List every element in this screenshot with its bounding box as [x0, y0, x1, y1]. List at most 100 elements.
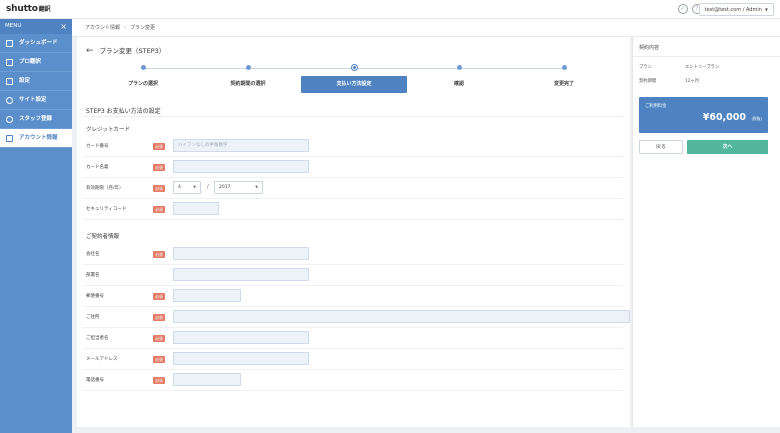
- security-code-input[interactable]: [173, 202, 219, 215]
- required-badge: 必須: [153, 251, 165, 258]
- divider: [83, 116, 623, 117]
- required-badge: 必須: [153, 293, 165, 300]
- phone-row: 電話番号 必須: [83, 370, 623, 391]
- page-title: プラン変更（STEP3）: [99, 47, 166, 55]
- breadcrumb-separator: ›: [124, 25, 127, 31]
- sidebar-item-pro-translation[interactable]: プロ翻訳: [0, 53, 72, 72]
- sidebar-title: MENU: [5, 23, 22, 29]
- step-dot: [140, 65, 146, 70]
- required-badge: 必須: [153, 314, 165, 321]
- expiry-month-select[interactable]: 4 ▼: [173, 181, 201, 194]
- required-badge: 必須: [153, 356, 165, 363]
- step-label: プランの選択: [127, 81, 158, 87]
- user-icon: [6, 116, 13, 123]
- sidebar: MENU × ダッシュボード プロ翻訳 設定 サイト設定 スタッフ登録 アカウン…: [0, 19, 72, 433]
- divider: [633, 56, 780, 57]
- step-label: 支払い方法設定: [301, 76, 407, 93]
- page-title-row: ← プラン変更（STEP3）: [86, 45, 165, 56]
- sidebar-item-label: 設定: [19, 78, 31, 84]
- sidebar-item-label: スタッフ登録: [19, 116, 53, 122]
- card-name-row: カード名義 必須: [83, 157, 623, 178]
- app-logo[interactable]: shutto翻訳: [6, 4, 51, 14]
- step-confirm: 確認: [406, 65, 512, 93]
- department-label: 部署名: [86, 273, 100, 278]
- expiry-label: 有効期限（月/年）: [86, 186, 124, 191]
- card-section-heading: クレジットカード: [86, 127, 131, 133]
- price-label: ご利用料金: [645, 104, 667, 109]
- sidebar-item-dashboard[interactable]: ダッシュボード: [0, 34, 72, 53]
- plan-label: プラン: [639, 65, 652, 70]
- security-code-label: セキュリティコード: [86, 207, 127, 212]
- step-complete: 変更完了: [511, 65, 617, 93]
- account-card-icon: [6, 135, 13, 142]
- step-payment-setup: 支払い方法設定: [301, 65, 407, 93]
- notification-icon[interactable]: ✓: [678, 4, 688, 14]
- zip-label: 郵便番号: [86, 294, 104, 299]
- contract-summary-panel: 契約内容 プラン エントリープラン 契約期間 12ヶ月 ご利用料金 ¥60,00…: [632, 37, 780, 427]
- sidebar-item-account[interactable]: アカウント情報: [0, 129, 72, 148]
- required-badge: 必須: [153, 377, 165, 384]
- expiry-year-value: 2017: [219, 185, 231, 190]
- sidebar-item-staff[interactable]: スタッフ登録: [0, 110, 72, 129]
- sidebar-item-label: アカウント情報: [19, 135, 58, 141]
- home-icon: [6, 40, 13, 47]
- step-dot: [561, 65, 567, 70]
- summary-heading: 契約内容: [639, 45, 660, 51]
- required-badge: 必須: [153, 143, 165, 150]
- expiry-row: 有効期限（月/年） 必須 4 ▼ / 2017 ▼: [83, 178, 623, 199]
- breadcrumb-item-account[interactable]: アカウント情報: [85, 25, 120, 31]
- department-row: 部署名: [83, 265, 623, 286]
- email-input[interactable]: [173, 352, 309, 365]
- sidebar-header: MENU ×: [0, 19, 72, 34]
- gear-icon: [6, 97, 13, 104]
- close-icon[interactable]: ×: [60, 19, 67, 34]
- step-dot: [351, 65, 357, 70]
- email-label: メールアドレス: [86, 357, 118, 362]
- plan-value: エントリープラン: [685, 65, 720, 70]
- zip-input[interactable]: [173, 289, 241, 302]
- next-button[interactable]: 次へ: [687, 140, 768, 154]
- card-name-input[interactable]: [173, 160, 309, 173]
- back-button[interactable]: 戻る: [639, 140, 683, 154]
- user-menu-dropdown[interactable]: test@test.com / Admin ▼: [698, 3, 774, 16]
- breadcrumb-item-plan-change: プラン変更: [130, 25, 156, 31]
- plan-row: プラン エントリープラン: [639, 64, 775, 70]
- period-value: 12ヶ月: [685, 79, 700, 84]
- list-icon: [6, 78, 13, 85]
- logo-suffix: 翻訳: [38, 6, 51, 13]
- sidebar-item-site-settings[interactable]: サイト設定: [0, 91, 72, 110]
- sidebar-item-label: プロ翻訳: [19, 59, 42, 65]
- expiry-separator: /: [207, 184, 209, 190]
- chevron-down-icon: ▼: [764, 7, 768, 12]
- card-number-input[interactable]: ハイフンなしの半角数字: [173, 139, 309, 152]
- contact-person-label: ご担当者名: [86, 336, 109, 341]
- main-panel: ← プラン変更（STEP3） プランの選択 契約期間の選択 支払い方法設定 確認 …: [77, 37, 630, 427]
- company-label: 会社名: [86, 252, 100, 257]
- back-arrow-icon[interactable]: ←: [86, 46, 94, 56]
- contact-person-input[interactable]: [173, 331, 309, 344]
- address-input[interactable]: [173, 310, 630, 323]
- required-badge: 必須: [153, 206, 165, 213]
- email-row: メールアドレス 必須: [83, 349, 623, 370]
- company-row: 会社名 必須: [83, 244, 623, 265]
- step-label: 確認: [453, 81, 464, 87]
- top-bar: shutto翻訳 ✓ ? test@test.com / Admin ▼: [0, 0, 780, 19]
- required-badge: 必須: [153, 335, 165, 342]
- step-dot: [245, 65, 251, 70]
- sidebar-item-settings[interactable]: 設定: [0, 72, 72, 91]
- department-input[interactable]: [173, 268, 309, 281]
- chevron-down-icon: ▼: [193, 185, 196, 189]
- form-heading: STEP3 お支払い方法の設定: [86, 108, 161, 115]
- step-label: 変更完了: [553, 81, 574, 87]
- price-box: ご利用料金 ¥60,000 (税抜): [639, 97, 768, 133]
- address-row: ご住所 必須: [83, 307, 630, 328]
- step-period-select: 契約期間の選択: [195, 65, 301, 93]
- phone-input[interactable]: [173, 373, 241, 386]
- card-name-label: カード名義: [86, 165, 109, 170]
- expiry-year-select[interactable]: 2017 ▼: [214, 181, 263, 194]
- required-badge: 必須: [153, 185, 165, 192]
- step-label: 契約期間の選択: [230, 81, 266, 87]
- user-label: test@test.com / Admin: [704, 7, 762, 13]
- company-input[interactable]: [173, 247, 309, 260]
- breadcrumb: アカウント情報 › プラン変更: [72, 19, 780, 37]
